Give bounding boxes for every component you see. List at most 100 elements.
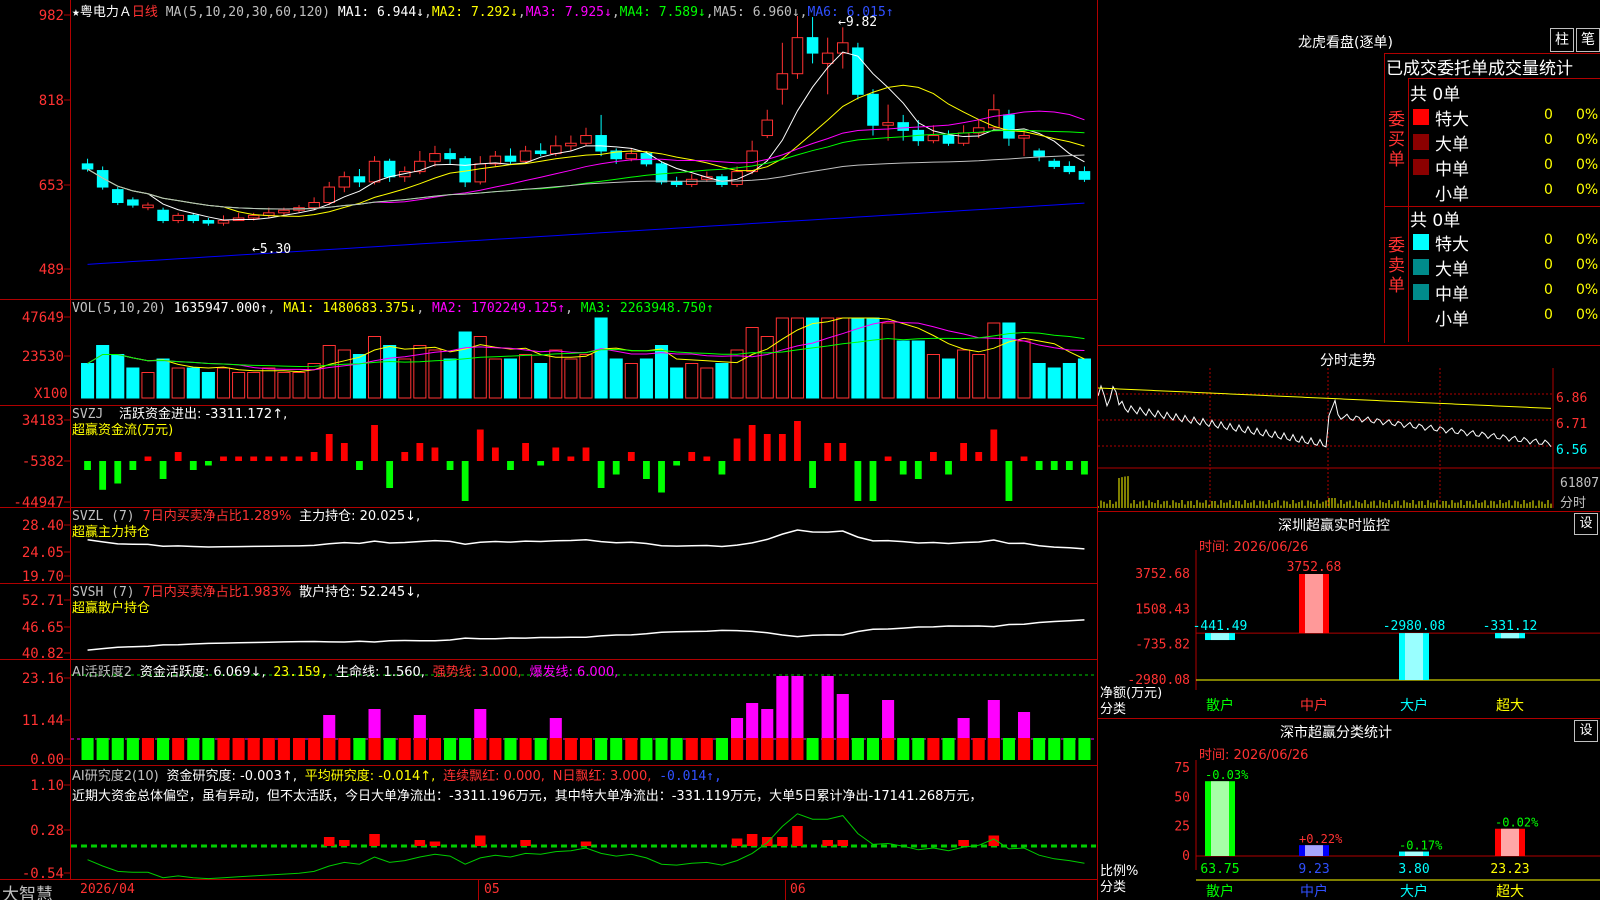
class-axis-label: 50 <box>1174 790 1190 805</box>
star-icon: ★ <box>72 5 80 20</box>
ai-active-bar <box>383 738 396 760</box>
svzj-bar <box>1081 461 1088 475</box>
ai-active-bar <box>519 738 532 760</box>
ai-active-bar <box>489 738 502 760</box>
fenshi-chart[interactable] <box>1098 368 1600 511</box>
class-xlabel: 分类 <box>1100 880 1127 895</box>
brand-label: 大智慧 <box>2 885 53 900</box>
candle <box>247 214 260 219</box>
buy-row-pct: 0% <box>1576 182 1599 198</box>
svzj-bar <box>597 461 605 488</box>
volume-bar <box>262 367 276 399</box>
svzj-bar <box>371 425 378 461</box>
period-label[interactable]: 日线 <box>132 5 158 20</box>
svzj-bar <box>325 434 333 461</box>
class-axis-label: 0 <box>1182 849 1190 864</box>
ai-active-bar <box>595 738 608 760</box>
svzl-pct: 7日内买卖净占比1.289% <box>142 509 292 524</box>
svzj-bar <box>809 461 816 488</box>
buy-row-count: 0 <box>1544 107 1553 123</box>
volume-bar <box>141 372 155 399</box>
svzl-axis-label: 24.05 <box>22 545 64 561</box>
ai-active-bar-base <box>413 738 426 760</box>
tick-view-button[interactable]: 笔 <box>1576 28 1600 52</box>
bar-view-button[interactable]: 柱 <box>1550 28 1574 52</box>
ai-active-bar <box>172 738 185 760</box>
volume-bar <box>367 336 382 399</box>
ai-research-label: AI研究度2(10) <box>72 769 159 784</box>
buy-swatch <box>1413 134 1429 150</box>
buy-swatch <box>1413 109 1429 125</box>
candle <box>172 214 184 222</box>
class-bar-shine <box>1211 781 1229 856</box>
sell-row-label: 小单 <box>1435 310 1469 330</box>
candle <box>96 170 109 188</box>
ma120-line <box>87 202 1085 265</box>
sell-row-pct: 0% <box>1576 282 1599 298</box>
svzj-bar <box>582 447 590 461</box>
volume-bar <box>579 354 593 399</box>
svzj-bar <box>612 461 620 475</box>
svzj-bar <box>144 456 152 461</box>
ai-active-bar <box>1033 738 1046 760</box>
fenshi-vol-label: 分时 <box>1560 496 1587 511</box>
main-chart-area[interactable]: ←9.82 ←5.30 9828186534894764923530X10034… <box>0 0 1098 900</box>
candle <box>157 209 169 222</box>
svzj-bar <box>899 461 907 475</box>
monitor-title: 深圳超赢实时监控 <box>1278 518 1390 534</box>
svsh-label: SVSH (7) <box>72 585 135 600</box>
candle <box>565 142 577 147</box>
research-bar <box>339 840 350 846</box>
svzj-bar <box>884 456 892 461</box>
monitor-settings-button[interactable]: 设 <box>1574 513 1598 535</box>
vol-ma1: MA1: 1480683.375↓ <box>283 301 417 316</box>
candle <box>429 153 441 162</box>
buy-swatch <box>1413 159 1429 175</box>
class-bar <box>1299 845 1329 856</box>
svsh-series <box>87 619 1085 651</box>
class-change-label: +0.22% <box>1299 832 1343 846</box>
monitor-bar-chart[interactable]: 3752.68 1508.43 -735.82 -2980.08 -441.49 散户 37… <box>1098 550 1600 720</box>
ai-active-bar <box>927 738 940 760</box>
class-axis-label: 25 <box>1174 820 1190 835</box>
ai-active-bar <box>640 738 653 760</box>
ai-active-bar <box>579 738 593 760</box>
ai-active-bar <box>972 738 985 760</box>
price-axis-label: 653 <box>39 178 64 194</box>
volume-bar <box>821 317 835 399</box>
ma4-value: MA4: 7.589↓ <box>619 5 706 20</box>
svzl-header: SVZL (7) 7日内买卖净占比1.289% 主力持仓: 20.025↓, 超… <box>72 509 420 541</box>
svzj-bar <box>491 447 499 461</box>
candle <box>685 178 698 185</box>
sell-row-pct: 0% <box>1576 257 1599 273</box>
svzj-bar <box>1050 461 1058 470</box>
fenshi-title: 分时走势 <box>1320 353 1376 369</box>
monitor-value-label: -331.12 <box>1483 619 1538 634</box>
class-settings-button[interactable]: 设 <box>1574 720 1598 742</box>
ai-active-bar <box>564 738 577 760</box>
volume-bar <box>428 349 442 399</box>
monitor-value-label: -441.49 <box>1193 619 1248 634</box>
ai-research-note: 近期大资金总体偏空，虽有异动，但不太活跃，今日大单净流出：-3311.196万元… <box>72 789 983 804</box>
buy-row-label: 小单 <box>1435 185 1469 205</box>
ai-active-bar-base <box>368 738 381 760</box>
volume-bar <box>216 367 231 399</box>
class-bar-chart[interactable]: 75 50 25 0 -0.03% 63.75 散户 +0.22% 9.23 中户 -0.17% 3.… <box>1098 760 1600 900</box>
candle <box>1078 171 1091 180</box>
monitor-value-label: -2980.08 <box>1383 619 1446 634</box>
candle <box>897 122 909 131</box>
buy-row-label: 中单 <box>1435 160 1469 180</box>
ai-research-b: 平均研究度: -0.014↑, <box>304 769 436 784</box>
volume-bar <box>1062 363 1076 399</box>
candle <box>806 37 819 54</box>
candle <box>625 153 638 160</box>
ai-active-bar-base <box>791 738 804 760</box>
volume-bar <box>911 340 925 399</box>
volume-bar <box>745 327 759 399</box>
stock-name[interactable]: 粤电力Ａ <box>80 5 132 20</box>
svzj-bar <box>1005 461 1013 501</box>
research-bar <box>369 834 380 846</box>
fenshi-axis-3: 6.56 <box>1556 443 1588 458</box>
svsh-hold: 散户持仓: 52.245↓, <box>299 585 421 600</box>
svzj-bar <box>794 421 801 461</box>
